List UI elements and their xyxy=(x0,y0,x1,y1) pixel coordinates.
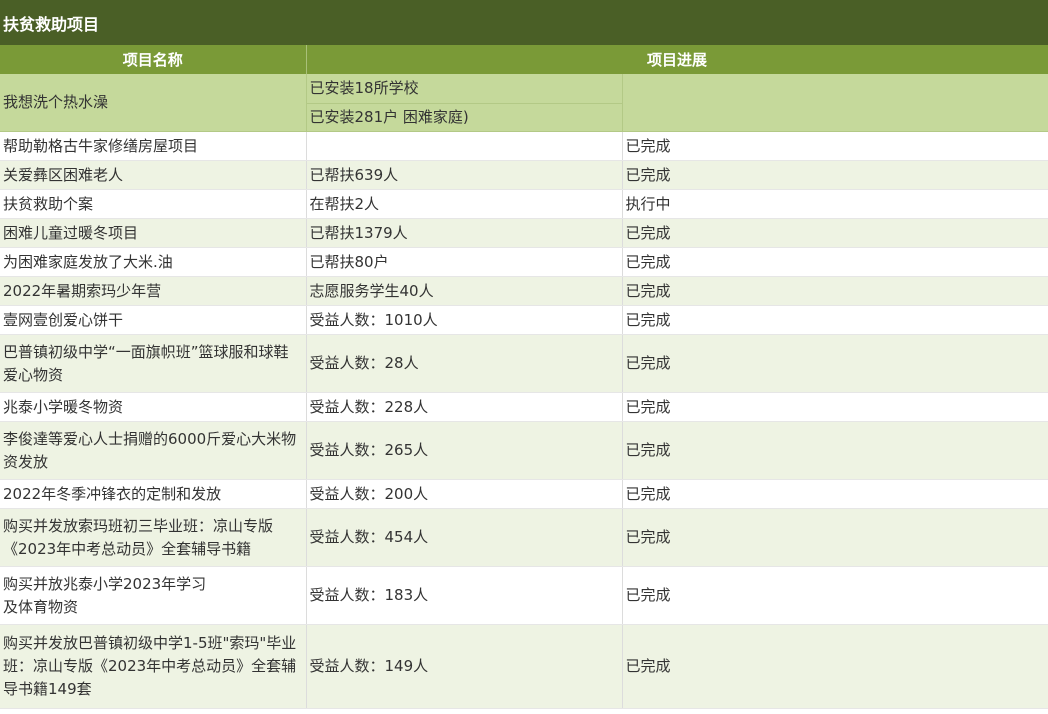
project-detail-cell: 已帮扶639人 xyxy=(306,160,623,190)
project-name-cell: 壹网壹创爱心饼干 xyxy=(0,305,307,335)
project-name-cell: 购买并放兆泰小学2023年学习 及体育物资 xyxy=(0,566,307,625)
project-status-cell: 已完成 xyxy=(622,479,1048,509)
project-name-cell: 2022年冬季冲锋衣的定制和发放 xyxy=(0,479,307,509)
project-detail-cell: 已安装18所学校 已安装281户 困难家庭) xyxy=(306,74,623,132)
project-status-cell: 已完成 xyxy=(622,160,1048,190)
header-project-progress: 项目进展 xyxy=(306,45,1048,74)
project-status-cell: 已完成 xyxy=(622,392,1048,422)
project-name-cell: 我想洗个热水澡 xyxy=(0,74,307,132)
page-title: 扶贫救助项目 xyxy=(0,0,1048,45)
project-name-cell: 巴普镇初级中学“一面旗帜班”篮球服和球鞋爱心物资 xyxy=(0,334,307,393)
project-name-cell: 扶贫救助个案 xyxy=(0,189,307,219)
project-name-cell: 2022年暑期索玛少年营 xyxy=(0,276,307,306)
table-row: 困难儿童过暖冬项目 已帮扶1379人 已完成 xyxy=(0,218,1048,248)
project-detail-cell: 在帮扶2人 xyxy=(306,189,623,219)
table-row: 购买并发放索玛班初三毕业班：凉山专版《2023年中考总动员》全套辅导书籍 受益人数… xyxy=(0,508,1048,567)
table-header-row: 项目名称 项目进展 xyxy=(0,45,1048,74)
project-status-cell: 已完成 xyxy=(622,624,1048,709)
table-row: 兆泰小学暖冬物资 受益人数：228人 已完成 xyxy=(0,392,1048,422)
detail-subrow: 已安装18所学校 xyxy=(309,79,419,97)
table-row: 我想洗个热水澡 已安装18所学校 已安装281户 困难家庭) xyxy=(0,74,1048,132)
project-status-cell: 已完成 xyxy=(622,334,1048,393)
project-status-cell: 已完成 xyxy=(622,508,1048,567)
project-detail-cell: 受益人数：1010人 xyxy=(306,305,623,335)
project-status-cell: 已完成 xyxy=(622,421,1048,480)
project-name-cell: 帮助勒格古牛家修缮房屋项目 xyxy=(0,131,307,161)
table-row: 壹网壹创爱心饼干 受益人数：1010人 已完成 xyxy=(0,305,1048,335)
project-name-cell: 困难儿童过暖冬项目 xyxy=(0,218,307,248)
project-detail-cell: 受益人数：228人 xyxy=(306,392,623,422)
project-detail-cell: 志愿服务学生40人 xyxy=(306,276,623,306)
project-name-cell: 李俊達等爱心人士捐赠的6000斤爱心大米物资发放 xyxy=(0,421,307,480)
table-row: 扶贫救助个案 在帮扶2人 执行中 xyxy=(0,189,1048,219)
project-status-cell: 已完成 xyxy=(622,131,1048,161)
projects-table: 项目名称 项目进展 我想洗个热水澡 已安装18所学校 已安装281户 困难家庭)… xyxy=(0,45,1048,709)
project-detail-cell: 已帮扶80户 xyxy=(306,247,623,277)
table-row: 关爱彝区困难老人 已帮扶639人 已完成 xyxy=(0,160,1048,190)
project-detail-cell: 受益人数：149人 xyxy=(306,624,623,709)
project-name-cell: 购买并发放巴普镇初级中学1-5班"索玛"毕业班：凉山专版《2023年中考总动员》… xyxy=(0,624,307,709)
project-status-cell xyxy=(622,74,1048,132)
project-detail-cell: 已帮扶1379人 xyxy=(306,218,623,248)
project-detail-cell xyxy=(306,131,623,161)
project-status-cell: 已完成 xyxy=(622,276,1048,306)
project-detail-cell: 受益人数：200人 xyxy=(306,479,623,509)
table-row: 购买并发放巴普镇初级中学1-5班"索玛"毕业班：凉山专版《2023年中考总动员》… xyxy=(0,624,1048,709)
project-name-cell: 为困难家庭发放了大米.油 xyxy=(0,247,307,277)
project-status-cell: 已完成 xyxy=(622,218,1048,248)
project-status-cell: 已完成 xyxy=(622,247,1048,277)
project-detail-cell: 受益人数：183人 xyxy=(306,566,623,625)
table-row: 帮助勒格古牛家修缮房屋项目 已完成 xyxy=(0,131,1048,161)
detail-subrow: 已安装281户 困难家庭) xyxy=(306,102,621,131)
project-status-cell: 执行中 xyxy=(622,189,1048,219)
header-project-name: 项目名称 xyxy=(0,45,307,74)
table-row: 2022年暑期索玛少年营 志愿服务学生40人 已完成 xyxy=(0,276,1048,306)
project-detail-cell: 受益人数：28人 xyxy=(306,334,623,393)
project-name-cell: 兆泰小学暖冬物资 xyxy=(0,392,307,422)
project-name-cell: 购买并发放索玛班初三毕业班：凉山专版《2023年中考总动员》全套辅导书籍 xyxy=(0,508,307,567)
table-row: 巴普镇初级中学“一面旗帜班”篮球服和球鞋爱心物资 受益人数：28人 已完成 xyxy=(0,334,1048,393)
table-row: 2022年冬季冲锋衣的定制和发放 受益人数：200人 已完成 xyxy=(0,479,1048,509)
table-row: 购买并放兆泰小学2023年学习 及体育物资 受益人数：183人 已完成 xyxy=(0,566,1048,625)
project-status-cell: 已完成 xyxy=(622,566,1048,625)
project-detail-cell: 受益人数：265人 xyxy=(306,421,623,480)
project-name-cell: 关爱彝区困难老人 xyxy=(0,160,307,190)
table-row: 李俊達等爱心人士捐赠的6000斤爱心大米物资发放 受益人数：265人 已完成 xyxy=(0,421,1048,480)
table-row: 为困难家庭发放了大米.油 已帮扶80户 已完成 xyxy=(0,247,1048,277)
project-detail-cell: 受益人数：454人 xyxy=(306,508,623,567)
project-status-cell: 已完成 xyxy=(622,305,1048,335)
